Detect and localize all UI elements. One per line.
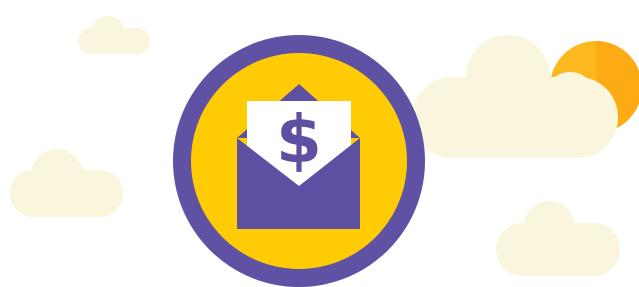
- cloud-icon: [496, 201, 620, 276]
- money-envelope-illustration: $: [10, 16, 639, 287]
- cloud-icon: [78, 16, 150, 54]
- dollar-sign-icon: $: [276, 101, 322, 178]
- cloud-icon: [10, 149, 123, 217]
